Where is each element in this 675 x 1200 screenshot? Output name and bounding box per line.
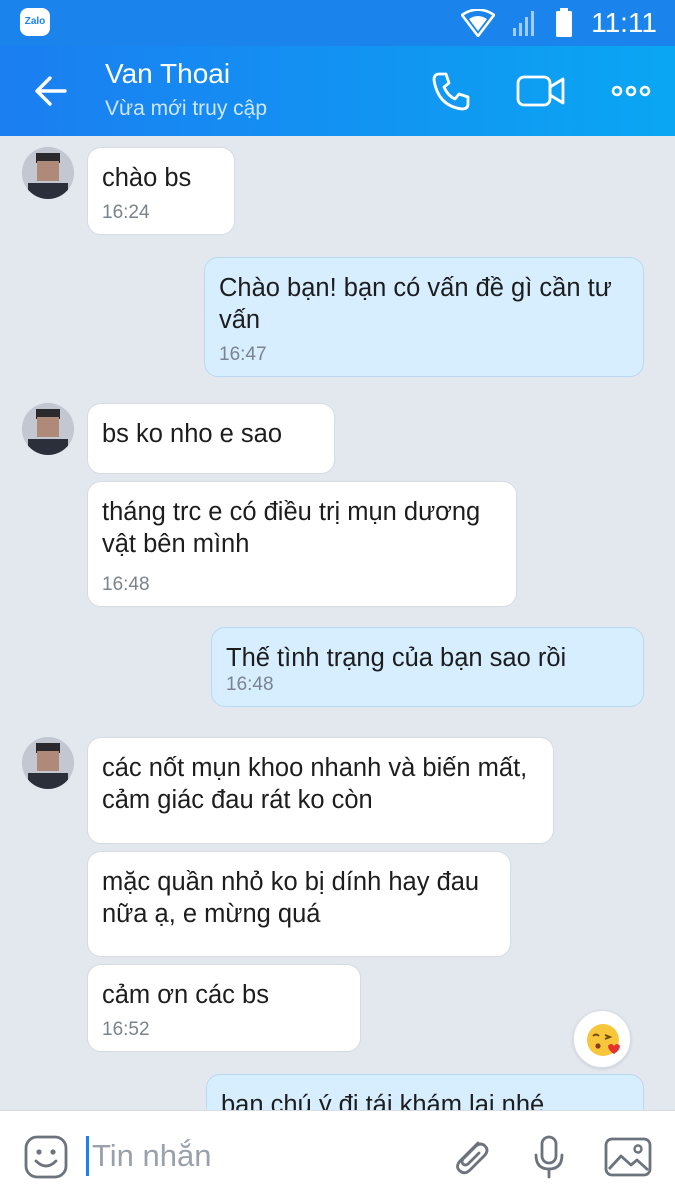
microphone-icon[interactable] xyxy=(525,1133,573,1181)
message-text: cảm ơn các bs xyxy=(102,981,269,1009)
message-bubble-incoming[interactable]: tháng trc e có điều trị mụn dương vật bê… xyxy=(87,481,517,607)
message-text: Thế tình trạng của bạn sao rồi xyxy=(226,644,567,672)
zalo-app-icon: Zalo xyxy=(20,8,50,36)
contact-avatar[interactable] xyxy=(22,403,74,455)
contact-status: Vừa mới truy cập xyxy=(105,97,268,120)
wifi-icon xyxy=(461,9,496,37)
message-bubble-incoming[interactable]: mặc quần nhỏ ko bị dính hay đau nữa ạ, e… xyxy=(87,851,511,957)
message-bubble-outgoing[interactable]: Chào bạn! bạn có vấn đề gì cần tư vấn 16… xyxy=(204,257,644,377)
message-bubble-outgoing[interactable]: bạn chú ý đi tái khám lại nhé xyxy=(206,1074,644,1110)
chat-header: Van Thoai Vừa mới truy cập xyxy=(0,46,675,136)
quick-sticker-button[interactable] xyxy=(573,1010,631,1068)
signal-icon xyxy=(513,11,535,36)
status-icons: 11:11 xyxy=(461,6,657,40)
emoji-icon[interactable] xyxy=(22,1133,70,1181)
message-time: 16:48 xyxy=(226,674,274,695)
battery-icon xyxy=(556,8,573,37)
video-call-icon[interactable] xyxy=(516,68,566,114)
message-list[interactable]: chào bs 16:24 Chào bạn! bạn có vấn đề gì… xyxy=(0,136,675,1110)
contact-avatar[interactable] xyxy=(22,737,74,789)
phone-icon[interactable] xyxy=(428,68,474,114)
contact-name[interactable]: Van Thoai xyxy=(105,58,230,90)
message-text: mặc quần nhỏ ko bị dính hay đau nữa ạ, e… xyxy=(102,868,480,928)
kiss-emoji-icon xyxy=(587,1024,620,1056)
message-text: Chào bạn! bạn có vấn đề gì cần tư vấn xyxy=(219,274,612,334)
message-text: chào bs xyxy=(102,164,192,192)
message-text: bs ko nho e sao xyxy=(102,420,283,448)
back-arrow-icon[interactable] xyxy=(28,68,74,114)
message-bubble-incoming[interactable]: chào bs 16:24 xyxy=(87,147,235,235)
message-text: các nốt mụn khoo nhanh và biến mất, cảm … xyxy=(102,754,528,814)
message-time: 16:48 xyxy=(102,574,150,595)
status-bar: Zalo 11:11 xyxy=(0,0,675,46)
composer-bar xyxy=(0,1110,675,1200)
message-time: 16:24 xyxy=(102,202,150,223)
message-bubble-incoming[interactable]: cảm ơn các bs 16:52 xyxy=(87,964,361,1052)
message-time: 16:52 xyxy=(102,1019,150,1040)
message-bubble-outgoing[interactable]: Thế tình trạng của bạn sao rồi 16:48 xyxy=(211,627,644,707)
message-input[interactable] xyxy=(92,1133,412,1179)
text-caret xyxy=(86,1136,89,1176)
message-time: 16:47 xyxy=(219,344,267,365)
avatar-image xyxy=(22,147,74,199)
more-icon[interactable] xyxy=(608,68,654,114)
image-gallery-icon[interactable] xyxy=(603,1133,653,1181)
avatar-image xyxy=(22,737,74,789)
contact-avatar[interactable] xyxy=(22,147,74,199)
attachment-icon[interactable] xyxy=(446,1133,494,1181)
message-bubble-incoming[interactable]: bs ko nho e sao xyxy=(87,403,335,474)
message-text: tháng trc e có điều trị mụn dương vật bê… xyxy=(102,498,481,558)
message-bubble-incoming[interactable]: các nốt mụn khoo nhanh và biến mất, cảm … xyxy=(87,737,554,844)
status-time: 11:11 xyxy=(591,7,657,38)
avatar-image xyxy=(22,403,74,455)
message-text: bạn chú ý đi tái khám lại nhé xyxy=(221,1091,545,1110)
